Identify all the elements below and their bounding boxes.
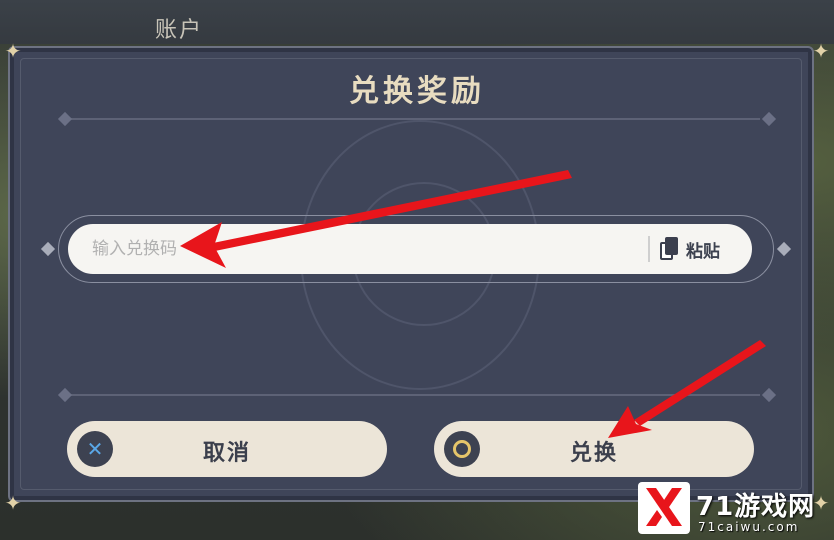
watermark-site: 71caiwu.com xyxy=(698,520,800,534)
watermark-logo-icon xyxy=(638,482,690,534)
redeem-label: 兑换 xyxy=(569,441,618,466)
corner-ornament-icon: ✦ xyxy=(4,491,22,515)
divider-top xyxy=(70,118,760,120)
account-tab-label: 账户 xyxy=(155,18,204,43)
paste-separator xyxy=(648,236,650,262)
watermark-brand: 71游戏网 xyxy=(696,492,816,522)
dialog-title: 兑换奖励 xyxy=(349,74,485,109)
watermark: 71游戏网 71caiwu.com xyxy=(638,482,834,540)
top-bar: 账户 xyxy=(0,0,834,44)
clipboard-copy-icon xyxy=(660,237,678,261)
redeem-button[interactable]: 兑换 xyxy=(434,421,754,477)
corner-ornament-icon: ✦ xyxy=(812,39,830,63)
cancel-button[interactable]: ✕ 取消 xyxy=(67,421,387,477)
divider-bottom xyxy=(70,394,760,396)
corner-ornament-icon: ✦ xyxy=(4,39,22,63)
paste-button[interactable]: 粘贴 xyxy=(660,232,740,266)
paste-label: 粘贴 xyxy=(686,241,720,262)
cancel-label: 取消 xyxy=(202,441,251,466)
